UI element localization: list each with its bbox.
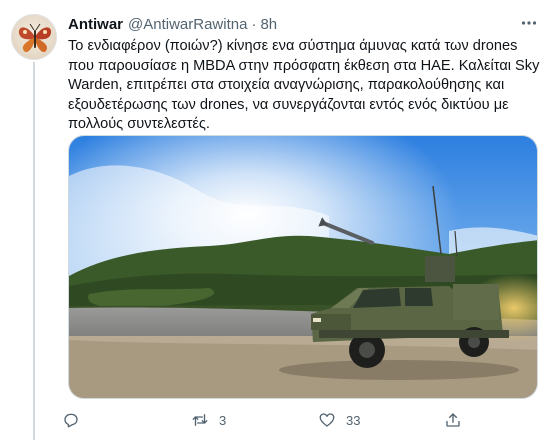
share-button[interactable]	[444, 408, 462, 432]
avatar[interactable]	[11, 14, 57, 60]
tweet-actions-bar: 3 33	[62, 408, 482, 432]
more-options-button[interactable]	[518, 12, 540, 34]
share-icon	[446, 413, 460, 427]
author-name[interactable]: Antiwar	[68, 16, 123, 33]
tweet-media-photo[interactable]	[68, 135, 538, 399]
tweet-header: Antiwar @AntiwarRawitna · 8h	[68, 14, 277, 34]
author-handle[interactable]: @AntiwarRawitna	[128, 16, 247, 33]
like-count: 33	[346, 412, 361, 428]
butterfly-avatar-icon	[18, 23, 52, 53]
heart-icon	[319, 413, 335, 427]
reply-button[interactable]	[62, 408, 80, 432]
tweet-text: Το ενδιαφέρον (ποιών?) κίνησε ενα σύστημ…	[68, 38, 540, 132]
tweet-timestamp[interactable]: 8h	[260, 16, 277, 33]
separator-dot: ·	[251, 15, 257, 33]
tweet-card[interactable]: Antiwar @AntiwarRawitna · 8h Το ενδιαφέρ…	[0, 0, 550, 440]
thread-line	[33, 62, 35, 440]
photo-military-vehicle-icon	[69, 136, 537, 398]
more-dots-icon	[521, 21, 537, 25]
retweet-count: 3	[219, 412, 227, 428]
retweet-icon	[192, 414, 208, 426]
like-button[interactable]: 33	[318, 408, 360, 432]
retweet-button[interactable]: 3	[191, 408, 226, 432]
reply-icon	[64, 413, 78, 428]
